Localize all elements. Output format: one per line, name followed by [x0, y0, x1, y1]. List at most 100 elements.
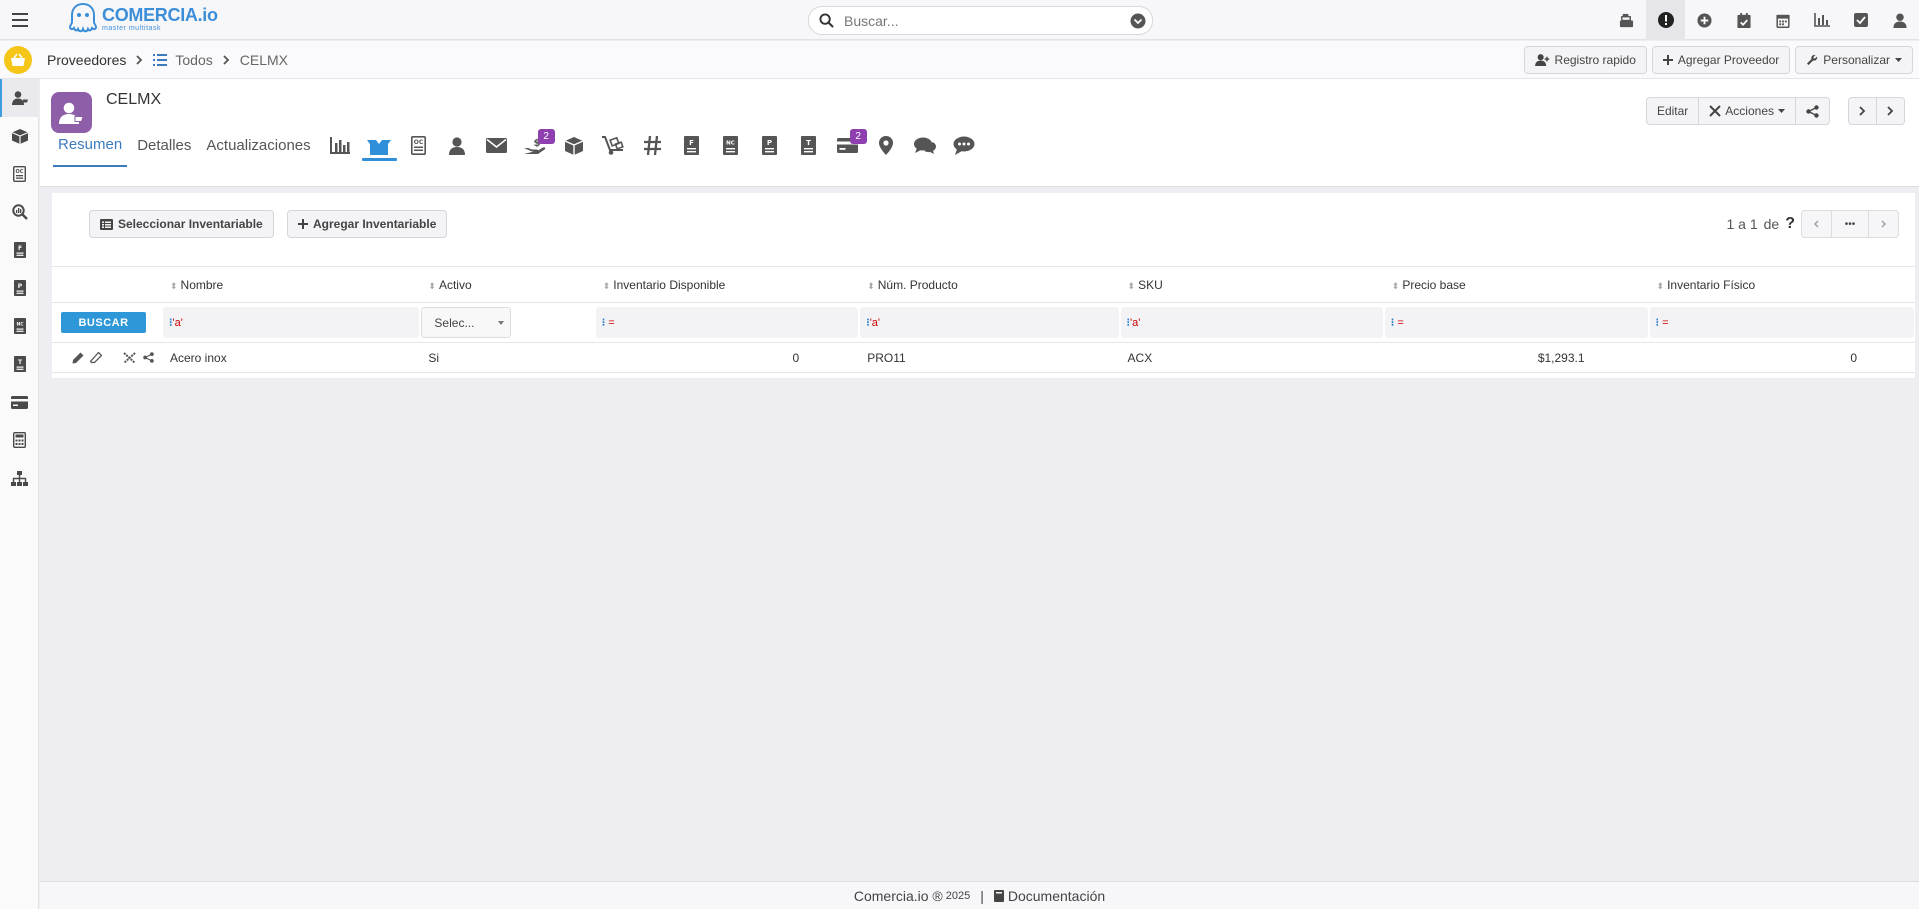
filter-inv-fisico[interactable]: ⁝ =: [1649, 307, 1914, 338]
tab-purchase-orders[interactable]: OC: [399, 124, 438, 167]
actions-button[interactable]: Acciones: [1699, 97, 1796, 125]
customize-button[interactable]: Personalizar: [1795, 46, 1913, 74]
header-activo[interactable]: ⬍ Activo: [420, 266, 595, 303]
sidebar-item-purchase-orders[interactable]: OC: [0, 155, 39, 193]
share-button[interactable]: [1796, 97, 1830, 125]
row-actions-cell: [52, 342, 162, 373]
edit-button[interactable]: Editar: [1645, 97, 1700, 125]
filter-nombre[interactable]: ⁝'a': [163, 307, 420, 338]
sidebar-item-suppliers[interactable]: [0, 79, 39, 117]
tab-cards[interactable]: 2: [828, 124, 867, 167]
record-title: CELMX: [106, 91, 162, 108]
basket-icon[interactable]: [4, 46, 32, 74]
breadcrumb-root[interactable]: Proveedores: [47, 52, 126, 68]
edit-label: Editar: [1656, 104, 1689, 118]
tab-resumen[interactable]: Resumen: [53, 124, 128, 167]
tab-detalles[interactable]: Detalles: [132, 124, 196, 167]
tab-comments[interactable]: [906, 124, 945, 167]
tab-credit-notes[interactable]: NC: [711, 124, 750, 167]
tools-icon[interactable]: [122, 351, 137, 364]
header-inventario-disponible[interactable]: ⬍ Inventario Disponible: [594, 266, 860, 303]
header-precio-base[interactable]: ⬍ Precio base: [1383, 266, 1649, 303]
header-num-producto[interactable]: ⬍ Núm. Producto: [859, 266, 1120, 303]
email-icon: [485, 138, 507, 153]
inventory-table: ⬍ Nombre ⬍ Activo ⬍ Inventario Disponible ⬍…: [52, 266, 1915, 373]
filter-value: =: [1662, 316, 1669, 329]
search-input[interactable]: [842, 11, 1102, 30]
alert-icon[interactable]: [1646, 0, 1685, 40]
sidebar-item-doc-p[interactable]: P: [0, 269, 39, 307]
tab-inventory[interactable]: [360, 124, 399, 167]
sidebar-item-cards[interactable]: [0, 383, 39, 421]
sidebar-item-inventory[interactable]: [0, 117, 39, 155]
svg-text:NC: NC: [16, 322, 24, 328]
filter-precio[interactable]: ⁝ =: [1384, 307, 1648, 338]
logo-subtitle: master multitask: [102, 25, 161, 32]
chart-bar-icon[interactable]: [1802, 0, 1841, 40]
header-inventario-fisico[interactable]: ⬍ Inventario Físico: [1648, 266, 1915, 303]
more-pages-button[interactable]: •••: [1832, 210, 1868, 238]
user-icon[interactable]: [1880, 0, 1919, 40]
pencil-icon[interactable]: [72, 352, 84, 364]
check-square-icon[interactable]: [1841, 0, 1880, 40]
tab-chat[interactable]: [945, 124, 984, 167]
tab-cubes[interactable]: [555, 124, 594, 167]
sort-icon: ⬍: [1391, 280, 1400, 291]
filter-sku[interactable]: ⁝'a': [1120, 307, 1383, 338]
add-supplier-button[interactable]: Agregar Proveedor: [1651, 46, 1791, 74]
plus-circle-icon[interactable]: [1685, 0, 1724, 40]
filter-value: 'a': [172, 316, 183, 329]
filter-value: Selec...: [434, 315, 475, 330]
calendar-check-icon[interactable]: [1724, 0, 1763, 40]
documentation-link[interactable]: Documentación: [1008, 888, 1105, 904]
eraser-icon[interactable]: [90, 351, 102, 364]
chevron-down-circle-icon[interactable]: [1130, 13, 1146, 29]
tab-location[interactable]: [867, 124, 906, 167]
sidebar-item-credit-notes[interactable]: NC: [0, 307, 39, 345]
share-icon[interactable]: [143, 352, 154, 363]
previous-record-button[interactable]: [1848, 97, 1877, 125]
search-button[interactable]: BUSCAR: [61, 312, 146, 333]
add-inventory-button[interactable]: Agregar Inventariable: [287, 210, 448, 238]
filter-activo-select[interactable]: Selec...: [421, 307, 512, 338]
filter-inv-disp[interactable]: ⁝ =: [595, 307, 859, 338]
table-row: Acero inox Si 0 PRO11 ACX $1,293.1 0: [52, 342, 1915, 373]
previous-page-button[interactable]: [1801, 210, 1832, 238]
tab-email[interactable]: [477, 124, 516, 167]
tab-doc-p[interactable]: P: [750, 124, 789, 167]
sidebar-item-doc-t[interactable]: T: [0, 345, 39, 383]
header-sku[interactable]: ⬍ SKU: [1119, 266, 1384, 303]
chat-icon: [953, 136, 975, 155]
sidebar-item-invoices[interactable]: F: [0, 231, 39, 269]
tab-payments[interactable]: $ 2: [516, 124, 555, 167]
sidebar-item-search-reports[interactable]: [0, 193, 39, 231]
quick-register-button[interactable]: Registro rapido: [1523, 46, 1647, 74]
menu-icon[interactable]: [8, 8, 32, 32]
header-label: Nombre: [180, 277, 224, 292]
calendar-icon[interactable]: [1763, 0, 1802, 40]
cash-register-icon[interactable]: [1607, 0, 1646, 40]
cell-nombre[interactable]: Acero inox: [162, 342, 421, 373]
octopus-logo-icon: [68, 2, 98, 33]
sidebar-item-org-chart[interactable]: [0, 459, 39, 497]
header-nombre[interactable]: ⬍ Nombre: [162, 266, 421, 303]
select-inventory-button[interactable]: Seleccionar Inventariable: [89, 210, 274, 238]
tab-invoices[interactable]: F: [672, 124, 711, 167]
tab-charts[interactable]: [321, 124, 360, 167]
tab-dolly[interactable]: [594, 124, 633, 167]
cell-inv-disp: 0: [594, 342, 860, 373]
tab-doc-t[interactable]: T: [789, 124, 828, 167]
filter-num-prod[interactable]: ⁝'a': [860, 307, 1119, 338]
tab-actualizaciones[interactable]: Actualizaciones: [201, 124, 315, 167]
cube-icon: [565, 136, 584, 155]
caret-down-icon: [1778, 109, 1785, 113]
breadcrumb-list[interactable]: Todos: [175, 52, 212, 68]
tab-contacts[interactable]: [438, 124, 477, 167]
next-record-button[interactable]: [1877, 97, 1905, 125]
tab-hashtags[interactable]: [633, 124, 672, 167]
sidebar-item-calculator[interactable]: [0, 421, 39, 459]
next-page-button[interactable]: [1868, 210, 1899, 238]
purchase-order-icon: OC: [13, 166, 26, 182]
record-header: CELMX Editar Acciones Resumen Detalles A…: [40, 79, 1919, 187]
logo[interactable]: COMERCIA.io master multitask: [68, 2, 218, 36]
